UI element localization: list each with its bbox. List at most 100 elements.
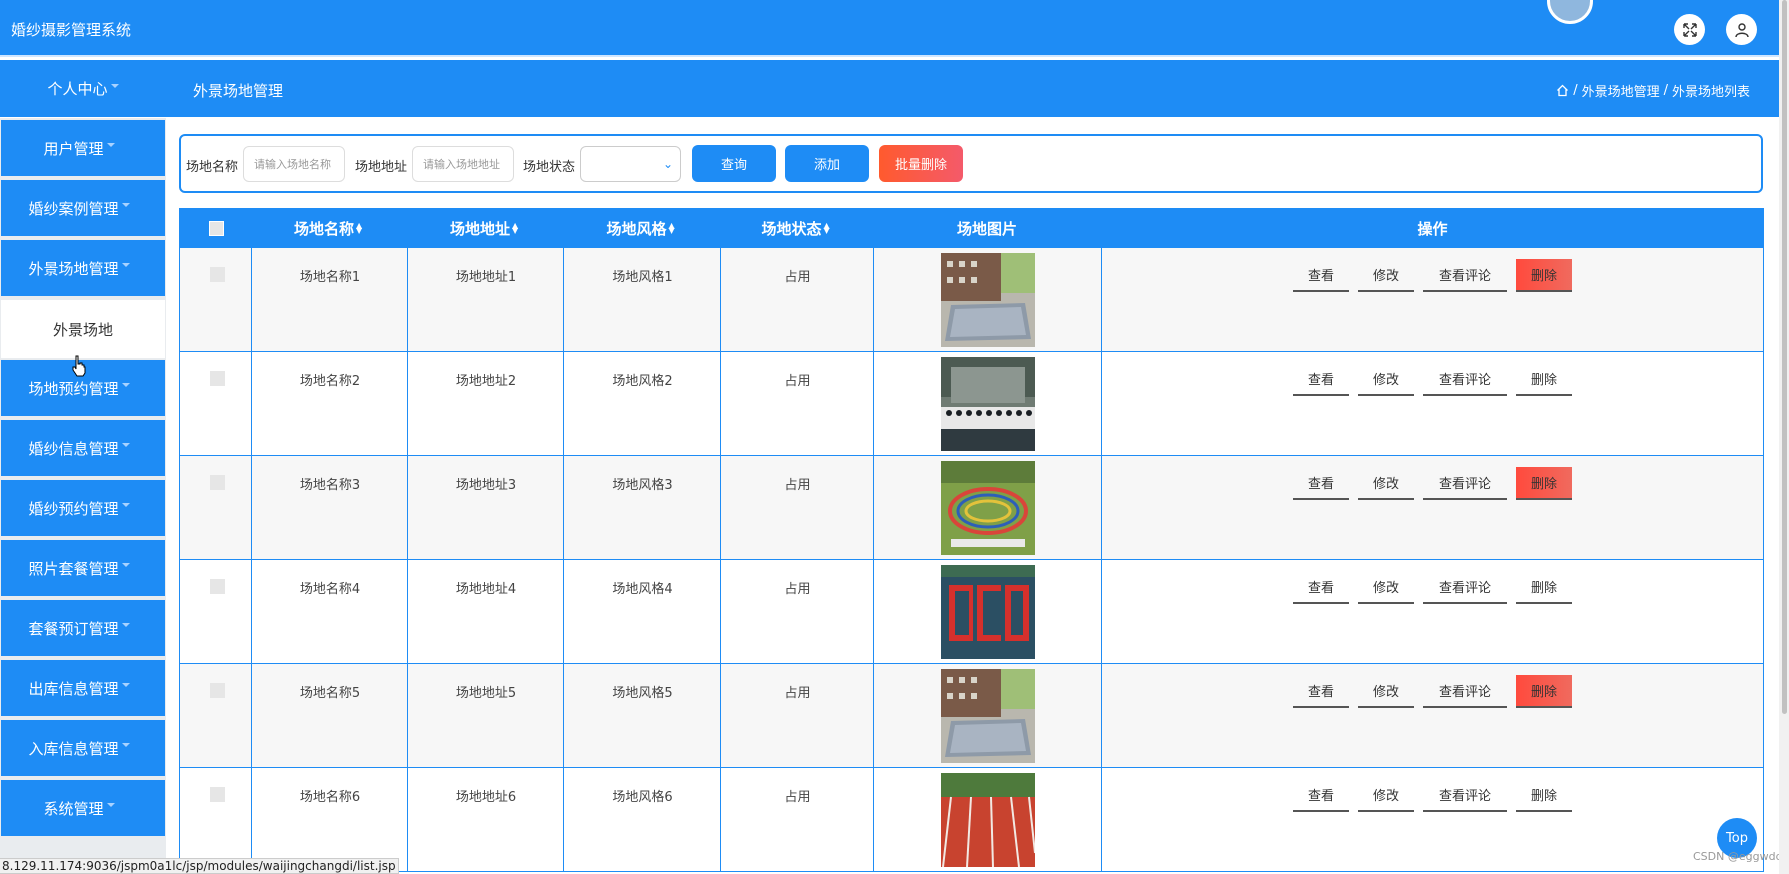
scrollbar-thumb[interactable] bbox=[1782, 0, 1787, 714]
watermark: CSDN @eggwdd bbox=[1693, 850, 1783, 863]
view-comments-button[interactable]: 查看评论 bbox=[1423, 363, 1507, 396]
row-checkbox[interactable] bbox=[210, 787, 225, 802]
sidebar-item-outbound[interactable]: 出库信息管理 bbox=[1, 660, 165, 716]
sidebar-item-wedding-cases[interactable]: 婚纱案例管理 bbox=[1, 180, 165, 236]
venue-status-select[interactable]: ⌄ bbox=[580, 146, 681, 182]
venue-image[interactable] bbox=[941, 253, 1035, 347]
sidebar-item-user-management[interactable]: 用户管理 bbox=[1, 120, 165, 176]
sort-icon: ▲ ▼ bbox=[512, 221, 519, 235]
column-header-label: 场地图片 bbox=[956, 219, 1017, 238]
column-header-address[interactable]: 场地地址 ▲ ▼ bbox=[407, 208, 563, 248]
venue-address-input[interactable] bbox=[412, 146, 514, 182]
fullscreen-button[interactable] bbox=[1674, 14, 1705, 45]
column-divider bbox=[873, 768, 874, 871]
edit-button[interactable]: 修改 bbox=[1358, 571, 1414, 604]
table-row: 场地名称4 场地地址4 场地风格4 占用 查看 修改 查看评论 删除 bbox=[179, 560, 1764, 664]
row-checkbox[interactable] bbox=[210, 683, 225, 698]
venue-name-input[interactable] bbox=[243, 146, 345, 182]
column-divider bbox=[563, 456, 564, 559]
view-comments-button[interactable]: 查看评论 bbox=[1423, 571, 1507, 604]
app-title: 婚纱摄影管理系统 bbox=[11, 21, 132, 39]
sidebar-item-outdoor-venues[interactable]: 外景场地管理 bbox=[1, 240, 165, 296]
delete-button[interactable]: 删除 bbox=[1516, 675, 1572, 708]
personal-center-label: 个人中心 bbox=[47, 80, 108, 98]
column-divider bbox=[563, 248, 564, 351]
column-header-status[interactable]: 场地状态 ▲ ▼ bbox=[720, 208, 873, 248]
column-divider bbox=[720, 456, 721, 559]
view-button[interactable]: 查看 bbox=[1293, 779, 1349, 812]
column-divider bbox=[720, 560, 721, 663]
query-button[interactable]: 查询 bbox=[692, 145, 776, 182]
view-button[interactable]: 查看 bbox=[1293, 571, 1349, 604]
sidebar-item-inbound[interactable]: 入库信息管理 bbox=[1, 720, 165, 776]
cell-style: 场地风格4 bbox=[612, 582, 673, 597]
column-header-actions: 操作 bbox=[1101, 208, 1764, 248]
batch-delete-button[interactable]: 批量删除 bbox=[879, 145, 963, 182]
row-checkbox[interactable] bbox=[210, 579, 225, 594]
cell-address: 场地地址1 bbox=[455, 270, 517, 285]
edit-button[interactable]: 修改 bbox=[1358, 675, 1414, 708]
view-button[interactable]: 查看 bbox=[1293, 363, 1349, 396]
column-divider bbox=[873, 352, 874, 455]
view-comments-button[interactable]: 查看评论 bbox=[1423, 259, 1507, 292]
caret-down-icon bbox=[106, 143, 115, 147]
row-checkbox[interactable] bbox=[210, 371, 225, 386]
delete-button[interactable]: 删除 bbox=[1516, 571, 1572, 604]
delete-button[interactable]: 删除 bbox=[1516, 779, 1572, 812]
edit-button[interactable]: 修改 bbox=[1358, 363, 1414, 396]
view-comments-button[interactable]: 查看评论 bbox=[1423, 675, 1507, 708]
sidebar-item-label: 用户管理 bbox=[43, 139, 104, 158]
venue-status-label: 场地状态 bbox=[523, 160, 576, 175]
venue-image[interactable] bbox=[941, 773, 1035, 867]
venue-image[interactable] bbox=[941, 461, 1035, 555]
table-header: 场地名称 ▲ ▼ 场地地址 ▲ ▼ 场地风格 ▲ ▼ 场地状态 ▲ ▼ 场地图片 操作 bbox=[179, 208, 1764, 248]
delete-button[interactable]: 删除 bbox=[1516, 467, 1572, 500]
view-button[interactable]: 查看 bbox=[1293, 675, 1349, 708]
delete-button[interactable]: 删除 bbox=[1516, 259, 1572, 292]
sidebar-item-dress-info[interactable]: 婚纱信息管理 bbox=[1, 420, 165, 476]
vertical-scrollbar[interactable] bbox=[1779, 0, 1789, 874]
add-button[interactable]: 添加 bbox=[785, 145, 869, 182]
breadcrumb-item[interactable]: 外景场地管理 bbox=[1582, 81, 1660, 100]
sub-header: 个人中心 外景场地管理 / 外景场地管理 / 外景场地列表 bbox=[0, 60, 1779, 117]
sidebar-item-system[interactable]: 系统管理 bbox=[1, 780, 165, 836]
personal-center-menu[interactable]: 个人中心 bbox=[0, 60, 166, 117]
cell-status: 占用 bbox=[784, 270, 811, 285]
view-button[interactable]: 查看 bbox=[1293, 259, 1349, 292]
column-header-name[interactable]: 场地名称 ▲ ▼ bbox=[251, 208, 407, 248]
column-divider bbox=[407, 768, 408, 871]
venue-image[interactable] bbox=[941, 357, 1035, 451]
edit-button[interactable]: 修改 bbox=[1358, 779, 1414, 812]
sidebar-item-photo-packages[interactable]: 照片套餐管理 bbox=[1, 540, 165, 596]
edit-button[interactable]: 修改 bbox=[1358, 259, 1414, 292]
breadcrumb: / 外景场地管理 / 外景场地列表 bbox=[1556, 81, 1750, 100]
venue-image[interactable] bbox=[941, 565, 1035, 659]
cell-name: 场地名称2 bbox=[299, 374, 361, 389]
view-button[interactable]: 查看 bbox=[1293, 467, 1349, 500]
sidebar-item-dress-booking[interactable]: 婚纱预约管理 bbox=[1, 480, 165, 536]
home-icon[interactable] bbox=[1556, 84, 1569, 97]
caret-down-icon bbox=[106, 803, 115, 807]
sidebar-item-label: 入库信息管理 bbox=[28, 739, 119, 758]
app-root: 婚纱摄影管理系统 个人中心 外景场地管理 / 外景场地管理 / 外景场地列表 用… bbox=[0, 0, 1789, 874]
cursor-hand-icon bbox=[72, 355, 86, 377]
breadcrumb-item-current: 外景场地列表 bbox=[1671, 85, 1750, 100]
venue-name-label: 场地名称 bbox=[186, 160, 239, 175]
sidebar-subitem-outdoor-venue[interactable]: 外景场地 bbox=[1, 300, 165, 358]
view-comments-button[interactable]: 查看评论 bbox=[1423, 779, 1507, 812]
column-header-style[interactable]: 场地风格 ▲ ▼ bbox=[563, 208, 720, 248]
cell-name: 场地名称4 bbox=[299, 582, 361, 597]
user-menu-button[interactable] bbox=[1726, 14, 1757, 45]
select-all-checkbox[interactable] bbox=[209, 221, 224, 236]
venue-address-label: 场地地址 bbox=[355, 160, 408, 175]
sidebar-item-label: 照片套餐管理 bbox=[28, 559, 119, 578]
view-comments-button[interactable]: 查看评论 bbox=[1423, 467, 1507, 500]
column-divider bbox=[407, 664, 408, 767]
row-checkbox[interactable] bbox=[210, 475, 225, 490]
row-checkbox[interactable] bbox=[210, 267, 225, 282]
venue-image[interactable] bbox=[941, 669, 1035, 763]
sidebar-item-package-orders[interactable]: 套餐预订管理 bbox=[1, 600, 165, 656]
sidebar-item-label: 出库信息管理 bbox=[28, 679, 119, 698]
edit-button[interactable]: 修改 bbox=[1358, 467, 1414, 500]
delete-button[interactable]: 删除 bbox=[1516, 363, 1572, 396]
